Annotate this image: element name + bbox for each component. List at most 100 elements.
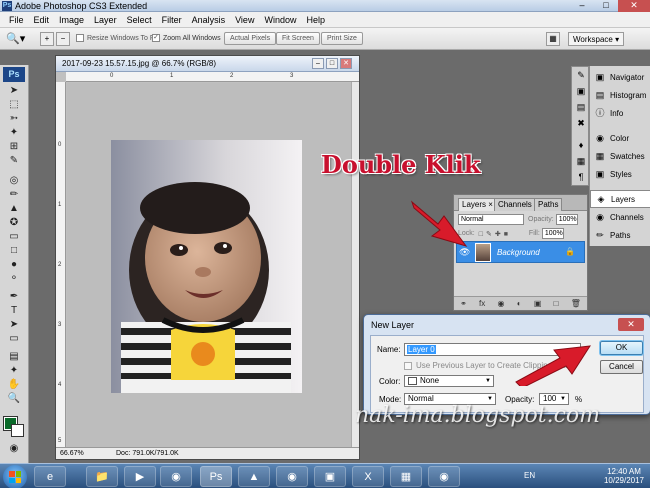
taskbar-firefox2-icon[interactable]: ◉ [428,466,460,487]
print-size-button[interactable]: Print Size [321,32,363,45]
layer-comps-icon[interactable]: ▤ [575,101,587,113]
actual-pixels-button[interactable]: Actual Pixels [224,32,277,45]
link-layers-icon[interactable]: ⚭ [460,299,467,308]
layer-row-background[interactable]: 👁 Background 🔒 [456,241,585,263]
vertical-ruler[interactable]: 0 1 2 3 4 5 [56,82,66,447]
layer-name[interactable]: Background [497,248,540,257]
eraser-tool-icon[interactable]: ▭ [6,231,22,243]
taskbar-excel-icon[interactable]: X [352,466,384,487]
tab-channels[interactable]: Channels [494,198,536,211]
horizontal-ruler[interactable]: 0 1 2 3 [66,72,359,82]
panel-styles[interactable]: ▣ Styles [590,165,650,183]
panel-navigator[interactable]: ▣ Navigator [590,68,650,86]
document-titlebar[interactable]: 2017-09-23 15.57.15.jpg @ 66.7% (RGB/8) … [56,56,359,72]
taskbar-explorer-icon[interactable]: 📁 [86,466,118,487]
menu-window[interactable]: Window [259,12,301,28]
taskbar-photoshop-icon[interactable]: Ps [200,466,232,487]
paint-bucket-icon[interactable]: □ [6,245,22,257]
language-indicator[interactable]: EN [524,471,535,480]
document-canvas-area[interactable] [67,83,353,447]
shape-tool-icon[interactable]: ▭ [6,333,22,345]
clone-stamp-icon[interactable]: ▲ [6,203,22,215]
history-icon[interactable]: ✖ [575,117,587,129]
pen-tool-icon[interactable]: ✒ [6,291,22,303]
menu-image[interactable]: Image [54,12,89,28]
menu-filter[interactable]: Filter [157,12,187,28]
zoom-level[interactable]: 66.67% [60,450,84,457]
panel-layers[interactable]: ◈ Layers [590,190,650,208]
menu-edit[interactable]: Edit [29,12,55,28]
menu-file[interactable]: File [4,12,29,28]
panel-histogram[interactable]: ▤ Histogram [590,86,650,104]
panel-swatches[interactable]: ▦ Swatches [590,147,650,165]
zoom-out-icon[interactable]: − [56,32,70,46]
cancel-button[interactable]: Cancel [600,360,643,374]
new-layer-icon[interactable]: □ [554,299,559,308]
blur-tool-icon[interactable]: ● [6,259,22,271]
marquee-tool-icon[interactable]: ⬚ [6,99,22,111]
menu-help[interactable]: Help [301,12,330,28]
ok-button[interactable]: OK [599,340,644,356]
taskbar-ie-icon[interactable]: e [34,466,66,487]
menu-select[interactable]: Select [122,12,157,28]
brush-tool-icon[interactable]: ✏ [6,189,22,201]
clone-source-icon[interactable]: ▦ [575,155,587,167]
zoom-tool-icon[interactable]: 🔍▾ [6,32,25,45]
menu-layer[interactable]: Layer [89,12,122,28]
panel-channels[interactable]: ◉ Channels [590,208,650,226]
clock[interactable]: 12:40 AM 10/29/2017 [604,467,644,485]
baby-photo[interactable] [111,140,302,393]
quick-mask-icon[interactable]: ◉ [6,443,22,455]
magic-wand-icon[interactable]: ✦ [6,127,22,139]
doc-close-button[interactable]: ✕ [340,58,352,69]
workspace-menu[interactable]: Workspace ▾ [568,32,625,46]
history-brush-icon[interactable]: ✪ [6,217,22,229]
fit-screen-button[interactable]: Fit Screen [276,32,320,45]
type-tool-icon[interactable]: T [6,305,22,317]
background-color-swatch[interactable] [11,424,24,437]
opacity-field[interactable]: 100% [555,214,578,225]
zoom-in-icon[interactable]: + [40,32,54,46]
paragraph-icon[interactable]: ¶ [575,171,587,183]
taskbar-window-icon[interactable]: ▦ [390,466,422,487]
taskbar-firefox-icon[interactable]: ◉ [276,466,308,487]
resize-windows-checkbox[interactable]: Resize Windows To Fit [76,34,158,42]
panel-color[interactable]: ◉ Color [590,129,650,147]
bridge-icon[interactable]: ▦ [546,32,560,46]
taskbar-vlc-icon[interactable]: ▲ [238,466,270,487]
actions-icon[interactable]: ♦ [575,139,587,151]
panel-info[interactable]: ⓘ Info [590,104,650,122]
close-button[interactable]: ✕ [618,0,650,12]
minimize-button[interactable]: – [570,0,594,12]
move-tool-icon[interactable]: ➤ [6,85,22,97]
slice-tool-icon[interactable]: ✎ [6,155,22,167]
hand-tool-icon[interactable]: ✋ [6,379,22,391]
tab-paths[interactable]: Paths [534,198,563,211]
eyedropper-icon[interactable]: ✦ [6,365,22,377]
trash-icon[interactable]: 🗑 [571,299,581,308]
panel-paths[interactable]: ✏ Paths [590,226,650,244]
lock-icons[interactable]: □✎✚■ [479,230,511,238]
doc-minimize-button[interactable]: – [312,58,324,69]
maximize-button[interactable]: □ [594,0,618,12]
new-group-icon[interactable]: ▣ [534,299,542,308]
zoom-tool-box-icon[interactable]: 🔍 [6,393,22,405]
doc-maximize-button[interactable]: □ [326,58,338,69]
notes-tool-icon[interactable]: ▤ [6,351,22,363]
brushes-icon[interactable]: ✎ [575,69,587,81]
tool-presets-icon[interactable]: ▣ [575,85,587,97]
adjustment-layer-icon[interactable]: ◐ [517,299,522,308]
menu-analysis[interactable]: Analysis [187,12,231,28]
healing-brush-icon[interactable]: ◎ [6,175,22,187]
color-select[interactable]: None ▼ [404,375,494,387]
dodge-tool-icon[interactable]: ⚬ [6,273,22,285]
taskbar-chrome-icon[interactable]: ◉ [160,466,192,487]
path-selection-icon[interactable]: ➤ [6,319,22,331]
start-button[interactable] [3,465,27,488]
taskbar-app-icon[interactable]: ▣ [314,466,346,487]
dialog-close-button[interactable]: ✕ [618,318,644,331]
document-vertical-scrollbar[interactable] [351,82,359,447]
fill-field[interactable]: 100% [541,228,564,239]
layer-style-icon[interactable]: fx [479,299,485,308]
zoom-all-windows-checkbox[interactable]: ✓ Zoom All Windows [152,34,221,42]
